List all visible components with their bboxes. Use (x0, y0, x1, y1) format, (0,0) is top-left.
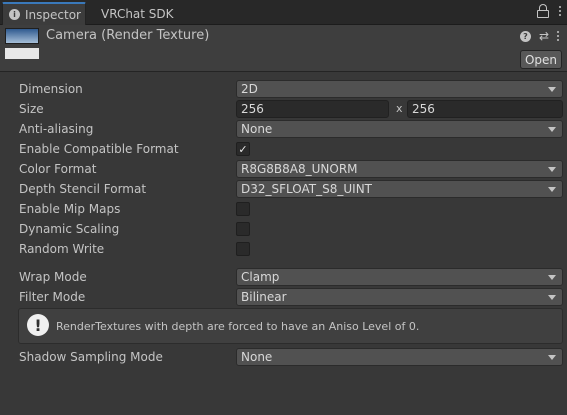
shadow-sampling-mode-dropdown[interactable]: None (236, 348, 563, 366)
row-depth-stencil-format: Depth Stencil Format D32_SFLOAT_S8_UINT (0, 180, 567, 199)
tab-bar: i Inspector VRChat SDK (0, 0, 567, 25)
random-write-checkbox[interactable] (236, 242, 250, 256)
aniso-help-box: ! RenderTextures with depth are forced t… (18, 308, 563, 344)
shadow-sampling-mode-value: None (241, 350, 273, 364)
row-wrap-mode: Wrap Mode Clamp (0, 268, 567, 287)
chevron-down-icon (548, 275, 556, 280)
render-texture-thumbnail-icon (5, 28, 39, 60)
help-message: RenderTextures with depth are forced to … (56, 320, 420, 333)
presets-icon[interactable]: ⇄ (539, 30, 549, 42)
chevron-down-icon (548, 355, 556, 360)
chevron-down-icon (548, 127, 556, 132)
enable-mip-maps-label: Enable Mip Maps (19, 202, 121, 216)
checkmark-icon: ✓ (238, 142, 248, 156)
depth-stencil-format-value: D32_SFLOAT_S8_UINT (241, 182, 373, 196)
row-filter-mode: Filter Mode Bilinear (0, 288, 567, 307)
size-label: Size (19, 102, 44, 116)
size-separator: x (396, 102, 403, 115)
wrap-mode-dropdown[interactable]: Clamp (236, 268, 563, 286)
context-menu-icon[interactable] (557, 31, 559, 41)
lock-icon[interactable] (537, 4, 549, 18)
tab-vrchat-sdk[interactable]: VRChat SDK (96, 2, 174, 25)
dynamic-scaling-checkbox[interactable] (236, 222, 250, 236)
wrap-mode-value: Clamp (241, 270, 280, 284)
header-tools: ? ⇄ (519, 30, 559, 42)
depth-stencil-format-label: Depth Stencil Format (19, 182, 147, 196)
enable-compatible-format-checkbox[interactable]: ✓ (236, 142, 250, 156)
filter-mode-value: Bilinear (241, 290, 287, 304)
help-icon[interactable]: ? (519, 30, 531, 42)
anti-aliasing-label: Anti-aliasing (19, 122, 94, 136)
depth-stencil-format-dropdown[interactable]: D32_SFLOAT_S8_UINT (236, 180, 563, 198)
dimension-label: Dimension (19, 82, 83, 96)
tab-inspector-label: Inspector (25, 7, 81, 22)
enable-compatible-format-label: Enable Compatible Format (19, 142, 179, 156)
wrap-mode-label: Wrap Mode (19, 270, 87, 284)
color-format-label: Color Format (19, 162, 97, 176)
anti-aliasing-value: None (241, 122, 273, 136)
kebab-menu-icon[interactable] (559, 6, 561, 16)
chevron-down-icon (548, 87, 556, 92)
row-anti-aliasing: Anti-aliasing None (0, 120, 567, 139)
dimension-dropdown[interactable]: 2D (236, 80, 563, 98)
tab-vrchat-sdk-label: VRChat SDK (101, 6, 174, 21)
filter-mode-label: Filter Mode (19, 290, 86, 304)
dynamic-scaling-label: Dynamic Scaling (19, 222, 120, 236)
info-icon: i (9, 9, 20, 20)
random-write-label: Random Write (19, 242, 105, 256)
anti-aliasing-dropdown[interactable]: None (236, 120, 563, 138)
open-button[interactable]: Open (520, 50, 562, 69)
asset-title: Camera (Render Texture) (46, 28, 210, 43)
filter-mode-dropdown[interactable]: Bilinear (236, 288, 563, 306)
inspector-header: Camera (Render Texture) ? ⇄ Open (0, 25, 567, 72)
color-format-value: R8G8B8A8_UNORM (241, 162, 358, 176)
row-random-write: Random Write (0, 240, 567, 259)
row-enable-compatible-format: Enable Compatible Format ✓ (0, 140, 567, 159)
chevron-down-icon (548, 295, 556, 300)
enable-mip-maps-checkbox[interactable] (236, 202, 250, 216)
chevron-down-icon (548, 187, 556, 192)
chevron-down-icon (548, 167, 556, 172)
size-height-field[interactable]: 256 (407, 100, 563, 118)
row-dynamic-scaling: Dynamic Scaling (0, 220, 567, 239)
row-size: Size 256 x 256 (0, 100, 567, 119)
tab-tools (537, 4, 561, 18)
tab-inspector[interactable]: i Inspector (2, 2, 86, 25)
warning-icon: ! (27, 314, 49, 336)
size-width-field[interactable]: 256 (236, 100, 389, 118)
row-color-format: Color Format R8G8B8A8_UNORM (0, 160, 567, 179)
shadow-sampling-mode-label: Shadow Sampling Mode (19, 350, 163, 364)
row-enable-mip-maps: Enable Mip Maps (0, 200, 567, 219)
dimension-value: 2D (241, 82, 258, 96)
color-format-dropdown[interactable]: R8G8B8A8_UNORM (236, 160, 563, 178)
row-shadow-sampling-mode: Shadow Sampling Mode None (0, 348, 567, 367)
row-dimension: Dimension 2D (0, 80, 567, 99)
